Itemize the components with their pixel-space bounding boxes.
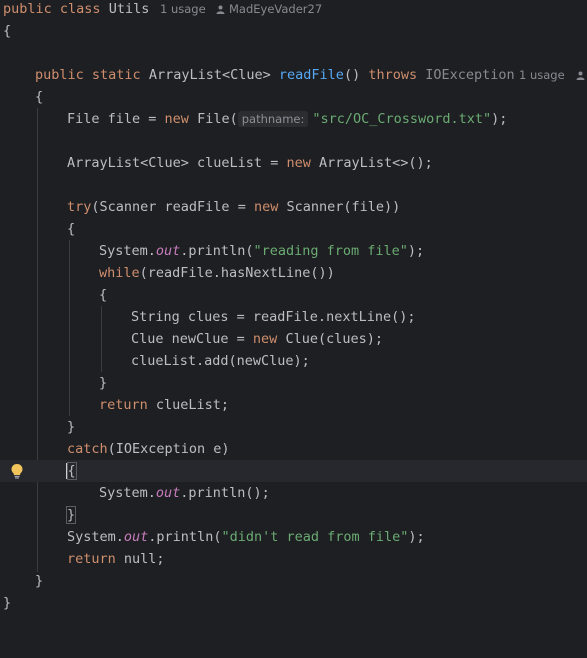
keyword: new [252,331,278,347]
code-text: String clues = readFile.nextLine(); [131,309,416,325]
current-code-line[interactable]: { [0,460,587,482]
code-text: .println( [180,243,254,259]
code-line[interactable]: { [0,284,587,306]
usages-hint[interactable]: 1 usage [160,0,206,20]
static-field: out [123,529,149,545]
code-line[interactable]: { [0,218,587,240]
code-editor[interactable]: public class Utils 1 usage MadEyeVader27… [0,0,587,634]
code-text: ArrayList<Clue> clueList = [67,155,287,171]
code-line[interactable]: ArrayList<Clue> clueList = new ArrayList… [0,152,587,174]
code-line[interactable]: Clue newClue = new Clue(clues); [0,328,587,350]
keyword: new [286,155,311,171]
code-text: System. [99,243,156,259]
string-literal: "src/OC_Crossword.txt" [312,111,492,127]
string-literal: "reading from file" [253,243,408,259]
code-line[interactable]: catch(IOException e) [0,438,587,460]
code-line[interactable]: } [0,570,587,592]
code-line[interactable]: public static ArrayList<Clue> readFile()… [0,64,587,86]
method-open-brace: { [35,89,44,105]
code-text: null; [115,551,165,567]
code-text: (IOException e) [107,441,230,457]
keyword: new [253,199,279,215]
code-line[interactable]: clueList.add(newClue); [0,350,587,372]
code-text: .println( [148,529,222,545]
while-open-brace: { [99,287,108,303]
code-line[interactable]: while(readFile.hasNextLine()) [0,262,587,284]
code-line[interactable]: } [0,372,587,394]
code-text: Scanner(file)) [278,199,401,215]
class-close-brace: } [3,595,12,611]
keyword: catch [67,441,108,457]
code-text: Clue newClue = [131,331,253,347]
string-literal: "didn't read from file" [221,529,409,545]
code-line[interactable]: } [0,592,587,614]
while-close-brace: } [99,375,108,391]
lightbulb-icon[interactable] [10,463,24,479]
method-params: () [343,67,361,83]
try-close-brace: } [67,419,76,435]
keyword: new [164,111,189,127]
keyword: try [67,199,92,215]
code-text: .println(); [180,485,270,501]
code-line[interactable]: public class Utils 1 usage MadEyeVader27 [0,0,587,20]
author-hint[interactable]: MadEyeVader27 [216,0,322,20]
catch-open-brace: { [66,462,77,480]
code-line[interactable]: try(Scanner readFile = new Scanner(file)… [0,196,587,218]
person-icon [216,5,225,14]
keyword: return [67,551,116,567]
code-line[interactable]: System.out.println("reading from file"); [0,240,587,262]
code-text: clueList; [147,397,230,413]
code-text: ); [408,529,425,545]
code-text: ArrayList<>(); [310,155,433,171]
try-open-brace: { [67,221,76,237]
keyword: throws [368,67,418,83]
code-line[interactable]: } [0,416,587,438]
code-text: clueList.add(newClue); [131,353,310,369]
code-line[interactable]: return null; [0,548,587,570]
class-name: Utils [108,1,150,17]
code-text: File file = [67,111,165,127]
code-text: (Scanner readFile = [91,199,254,215]
static-field: out [155,243,181,259]
keyword: static [91,67,141,83]
parameter-hint: pathname: [237,111,309,127]
code-line[interactable]: { [0,86,587,108]
code-text: System. [67,529,124,545]
catch-close-brace: } [65,506,77,524]
keyword: public [3,1,52,17]
keyword: public [35,67,84,83]
code-line[interactable]: return clueList; [0,394,587,416]
keyword: class [59,1,101,17]
code-text: File( [188,111,238,127]
code-text: (readFile.hasNextLine()) [139,265,335,281]
method-close-brace: } [35,573,44,589]
static-field: out [155,485,181,501]
code-text: ); [491,111,508,127]
code-line[interactable]: System.out.println("didn't read from fil… [0,526,587,548]
usages-hint[interactable]: 1 usage [519,64,565,86]
exception-type: IOException [425,67,515,83]
code-text: System. [99,485,156,501]
return-type: ArrayList<Clue> [148,67,271,83]
code-line[interactable]: } [0,504,587,526]
code-line[interactable]: File file = new File(pathname: "src/OC_Cr… [0,108,587,130]
code-line[interactable]: System.out.println(); [0,482,587,504]
person-icon [576,71,585,80]
code-text: ); [407,243,425,259]
keyword: while [99,265,140,281]
code-line[interactable]: { [0,20,587,42]
code-line[interactable]: String clues = readFile.nextLine(); [0,306,587,328]
class-open-brace: { [3,23,12,39]
code-text: Clue(clues); [277,331,383,347]
method-name[interactable]: readFile [279,67,344,83]
author-name: MadEyeVader27 [229,2,323,16]
keyword: return [99,397,148,413]
